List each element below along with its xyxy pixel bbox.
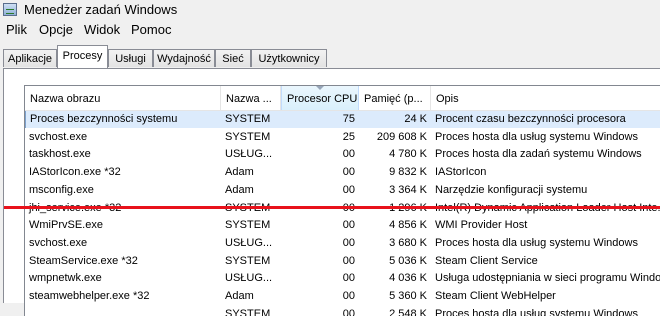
process-name: svchost.exe bbox=[29, 236, 88, 249]
process-user: Adam bbox=[225, 166, 254, 179]
table-row[interactable]: msconfig.exe Adam 00 3 364 K Narzędzie konfi… bbox=[25, 182, 660, 199]
table-row[interactable]: SYSTEM 00 2 548 K Proces hosta dla usług sy… bbox=[25, 306, 660, 316]
process-cpu: 00 bbox=[342, 290, 355, 302]
process-name: IAStorIcon.exe *32 bbox=[29, 166, 121, 179]
column-cpu[interactable]: Procesor CPU bbox=[281, 86, 359, 110]
process-description: WMI Provider Host bbox=[435, 219, 528, 232]
process-memory: 4 780 K bbox=[389, 148, 427, 161]
tab-users[interactable]: Użytkownicy bbox=[251, 49, 327, 67]
tab-performance[interactable]: Wydajność bbox=[153, 49, 215, 67]
process-cpu: 00 bbox=[342, 183, 355, 196]
process-name: msconfig.exe bbox=[29, 183, 94, 196]
process-user: SYSTEM bbox=[225, 307, 271, 316]
column-image-name[interactable]: Nazwa obrazu bbox=[25, 86, 221, 110]
process-cpu: 00 bbox=[342, 307, 355, 316]
title-bar: Menedżer zadań Windows bbox=[0, 0, 660, 20]
process-description: IAStorIcon bbox=[435, 166, 487, 179]
table-row[interactable]: taskhost.exe USŁUG... 00 4 780 K Proces host… bbox=[25, 146, 660, 163]
table-row[interactable]: svchost.exe SYSTEM 25 209 608 K Proces hosta… bbox=[25, 129, 660, 146]
process-memory: 209 608 K bbox=[376, 130, 427, 143]
red-underline-annotation bbox=[4, 206, 660, 209]
process-cpu: 00 bbox=[342, 148, 355, 161]
process-name: taskhost.exe bbox=[29, 148, 91, 161]
menu-bar: Plik Opcje Widok Pomoc bbox=[0, 20, 660, 40]
process-memory: 24 K bbox=[359, 111, 431, 128]
menu-help[interactable]: Pomoc bbox=[129, 22, 173, 37]
tab-processes[interactable]: Procesy bbox=[57, 45, 108, 68]
task-manager-icon bbox=[3, 3, 17, 16]
column-user-name[interactable]: Nazwa ... bbox=[221, 86, 281, 110]
process-cpu: 25 bbox=[342, 130, 355, 143]
table-row[interactable]: svchost.exe USŁUG... 00 3 680 K Proces hosta… bbox=[25, 235, 660, 252]
table-row[interactable]: WmiPrvSE.exe SYSTEM 00 4 856 K WMI Provider … bbox=[25, 217, 660, 234]
process-memory: 3 364 K bbox=[389, 183, 427, 196]
menu-options[interactable]: Opcje bbox=[37, 22, 75, 37]
process-name: wmpnetwk.exe bbox=[29, 272, 102, 285]
process-user: SYSTEM bbox=[225, 130, 271, 143]
process-cpu: 00 bbox=[342, 236, 355, 249]
table-row[interactable]: steamwebhelper.exe *32 Adam 00 5 360 K Steam… bbox=[25, 288, 660, 305]
process-memory: 5 036 K bbox=[389, 254, 427, 267]
table-row[interactable]: IAStorIcon.exe *32 Adam 00 9 832 K IAStorIco… bbox=[25, 164, 660, 181]
process-user: USŁUG... bbox=[225, 272, 273, 285]
process-memory: 3 680 K bbox=[389, 236, 427, 249]
tab-network[interactable]: Sieć bbox=[215, 49, 251, 67]
process-description: Proces hosta dla usług systemu Windows bbox=[435, 307, 638, 316]
process-memory: 4 036 K bbox=[389, 272, 427, 285]
menu-file[interactable]: Plik bbox=[4, 22, 29, 37]
process-memory: 5 360 K bbox=[389, 290, 427, 302]
process-user: SYSTEM bbox=[221, 111, 281, 128]
process-name: steamwebhelper.exe *32 bbox=[29, 290, 150, 302]
process-name: WmiPrvSE.exe bbox=[29, 219, 103, 232]
process-name: SteamService.exe *32 bbox=[29, 254, 138, 267]
process-description: Proces hosta dla usług systemu Windows bbox=[435, 130, 638, 143]
process-name: Proces bezczynności systemu bbox=[25, 111, 221, 128]
process-name bbox=[25, 306, 221, 316]
process-description: Procent czasu bezczynności procesora bbox=[431, 111, 660, 128]
process-description: Proces hosta dla zadań systemu Windows bbox=[435, 148, 642, 161]
process-cpu: 75 bbox=[281, 111, 359, 128]
sort-descending-icon bbox=[316, 86, 324, 90]
process-description: Proces hosta dla usług systemu Windows bbox=[435, 236, 638, 249]
process-cpu: 00 bbox=[342, 219, 355, 232]
window-title: Menedżer zadań Windows bbox=[24, 2, 178, 17]
process-description: Narzędzie konfiguracji systemu bbox=[435, 183, 588, 196]
process-description: Usługa udostępniania w sieci programu Wi… bbox=[435, 272, 660, 285]
process-cpu: 00 bbox=[342, 166, 355, 179]
process-description: Steam Client WebHelper bbox=[435, 290, 556, 302]
process-user: SYSTEM bbox=[225, 254, 271, 267]
process-memory: 4 856 K bbox=[389, 219, 427, 232]
process-memory: 9 832 K bbox=[389, 166, 427, 179]
column-description[interactable]: Opis bbox=[431, 86, 660, 110]
process-list[interactable]: Nazwa obrazu Nazwa ... Procesor CPU Pami… bbox=[24, 85, 660, 316]
column-cpu-label: Procesor CPU bbox=[287, 93, 358, 105]
process-memory: 2 548 K bbox=[389, 307, 427, 316]
processes-panel: Nazwa obrazu Nazwa ... Procesor CPU Pami… bbox=[3, 68, 660, 316]
process-user: Adam bbox=[225, 290, 254, 302]
process-user: USŁUG... bbox=[225, 148, 273, 161]
process-user: USŁUG... bbox=[225, 236, 273, 249]
tab-services[interactable]: Usługi bbox=[108, 49, 153, 67]
process-user: SYSTEM bbox=[225, 219, 271, 232]
process-name: svchost.exe bbox=[29, 130, 88, 143]
process-user: Adam bbox=[225, 183, 254, 196]
process-description: Steam Client Service bbox=[435, 254, 538, 267]
menu-view[interactable]: Widok bbox=[82, 22, 122, 37]
process-cpu: 00 bbox=[342, 272, 355, 285]
table-row[interactable]: Proces bezczynności systemu SYSTEM 75 24 KP… bbox=[25, 111, 660, 128]
column-header-row: Nazwa obrazu Nazwa ... Procesor CPU Pami… bbox=[25, 86, 660, 111]
process-cpu: 00 bbox=[342, 254, 355, 267]
column-memory[interactable]: Pamięć (p... bbox=[359, 86, 431, 110]
tab-applications[interactable]: Aplikacje bbox=[3, 49, 57, 67]
tab-bar: Aplikacje Procesy Usługi Wydajność Sieć … bbox=[0, 40, 660, 70]
table-row[interactable]: SteamService.exe *32 SYSTEM 00 5 036 K Steam… bbox=[25, 253, 660, 270]
table-row[interactable]: wmpnetwk.exe USŁUG... 00 4 036 K Usługa udos… bbox=[25, 270, 660, 287]
